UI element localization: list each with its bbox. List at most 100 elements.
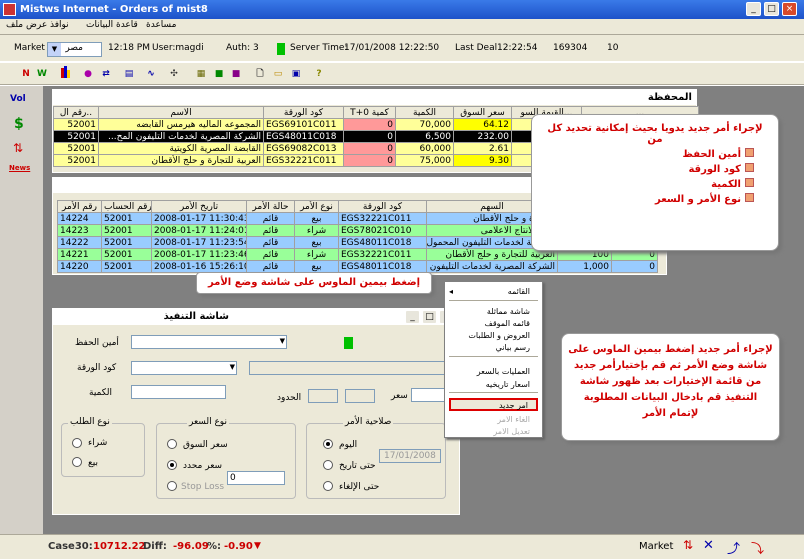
- open-folder-icon[interactable]: ▭: [270, 66, 286, 82]
- limit-price-radio[interactable]: [167, 460, 177, 470]
- today-radio[interactable]: [323, 439, 333, 449]
- index-label: Case30:: [48, 541, 93, 552]
- ticker-icon[interactable]: ▤: [121, 66, 137, 82]
- col-order-no[interactable]: رقم الأمر: [57, 200, 102, 213]
- col-account-no[interactable]: رقم الحساب: [101, 200, 152, 213]
- minimize-button[interactable]: _: [405, 310, 420, 324]
- limit-high-field[interactable]: [345, 389, 375, 403]
- menu-item-similar-screen[interactable]: شاشة مماثلة: [487, 306, 530, 317]
- security-code-select[interactable]: ▼: [131, 361, 237, 375]
- close-button[interactable]: ×: [782, 2, 797, 16]
- col-order-date[interactable]: تاريخ الأمر: [151, 200, 247, 213]
- arrows-icon[interactable]: ⇅: [13, 141, 23, 155]
- green-square-icon[interactable]: ■: [211, 66, 227, 82]
- cell-name: المجموعه الماليه هيرمس القابضه: [98, 118, 264, 131]
- callout-title: لإجراء أمر جديد يدويا بحيث إمكانية تحديد…: [547, 123, 763, 145]
- menu-item-edit-order[interactable]: تعديل الامر: [493, 426, 530, 437]
- trend-chart-icon[interactable]: ⤴: [727, 538, 740, 557]
- market-icon[interactable]: ⇅: [683, 538, 693, 552]
- maximize-button[interactable]: □: [422, 310, 437, 324]
- stop-loss-radio[interactable]: [167, 481, 177, 491]
- security-name-field[interactable]: [249, 361, 449, 375]
- buy-label: شراء: [88, 438, 108, 448]
- menu-item-list[interactable]: القائمه: [508, 286, 530, 297]
- server-time-value: 17/01/2008 12:22:50: [344, 43, 440, 53]
- new-n-button[interactable]: N: [18, 66, 34, 82]
- cell-order-type: شراء: [294, 248, 339, 261]
- col-order-type[interactable]: نوع الأمر: [294, 200, 339, 213]
- menu-help[interactable]: مساعدة: [146, 20, 176, 30]
- down-trend-icon[interactable]: ⤵: [751, 538, 764, 557]
- grid-icon[interactable]: ▦: [193, 66, 209, 82]
- maximize-button[interactable]: □: [764, 2, 779, 16]
- cell-code: EGS32221C011: [263, 154, 344, 167]
- buy-radio[interactable]: [72, 438, 82, 448]
- menu-file[interactable]: ملف: [6, 20, 23, 30]
- col-security-code[interactable]: كود الورقة: [338, 200, 427, 213]
- stop-loss-value: 0: [230, 473, 236, 483]
- table-row[interactable]: 14220 52001 2008-01-16 15:26:10 قائم بيع…: [57, 260, 658, 273]
- validity-legend: صلاحية الأمر: [343, 417, 394, 427]
- help-icon[interactable]: ?: [311, 66, 327, 82]
- custodian-select[interactable]: ▼: [131, 335, 287, 349]
- chevron-left-icon: ◂: [449, 287, 454, 296]
- menu-database[interactable]: قاعدة البيانات: [86, 20, 138, 30]
- callout-item: أمين الحفظ: [682, 149, 741, 160]
- new-document-icon[interactable]: 🗋: [252, 66, 268, 82]
- menu-bar: ملف عرض نوافذ قاعدة البيانات مساعدة: [0, 19, 804, 34]
- swap-icon[interactable]: ⇄: [98, 66, 114, 82]
- quantity-input[interactable]: [131, 385, 226, 399]
- cross-chart-icon[interactable]: ✕: [703, 538, 714, 553]
- news-button[interactable]: News: [9, 164, 30, 172]
- limit-low-field[interactable]: [308, 389, 338, 403]
- save-icon[interactable]: ▣: [288, 66, 304, 82]
- minimize-button[interactable]: _: [746, 2, 761, 16]
- market-price-label: سعر السوق: [183, 440, 228, 450]
- until-date-radio[interactable]: [323, 460, 333, 470]
- bar-chart-icon[interactable]: [57, 66, 73, 82]
- cell-security-code: EGS48011C018: [338, 260, 427, 273]
- date-input[interactable]: 17/01/2008: [379, 449, 441, 463]
- cell-name: القابضة المصرية الكويتية: [98, 142, 264, 155]
- col-account[interactable]: رقم ال..: [53, 106, 99, 119]
- crosshair-icon[interactable]: ✣: [166, 66, 182, 82]
- until-cancel-radio[interactable]: [323, 481, 333, 491]
- purple-square-icon[interactable]: ■: [228, 66, 244, 82]
- menu-item-trades-by-price[interactable]: العمليات بالسعر: [477, 366, 530, 377]
- menu-item-new-order[interactable]: امر جديد: [449, 398, 538, 411]
- sell-radio[interactable]: [72, 457, 82, 467]
- menu-view[interactable]: عرض: [26, 20, 47, 30]
- cell-order-type: بيع: [294, 236, 339, 249]
- cell-account: 52001: [53, 154, 99, 167]
- cell-order-date: 2008-01-17 11:23:46: [151, 248, 247, 261]
- menu-item-position-list[interactable]: قائمه الموقف: [485, 318, 530, 329]
- menu-windows[interactable]: نوافذ: [50, 20, 69, 30]
- cell-account-no: 52001: [101, 224, 152, 237]
- price-type-legend: نوع السعر: [187, 417, 229, 427]
- col-order-status[interactable]: حالة الأمر: [246, 200, 295, 213]
- market-select[interactable]: مصر ▼: [47, 42, 102, 57]
- menu-item-historical-prices[interactable]: اسعار تاريخيه: [486, 379, 530, 390]
- menu-item-bids-offers[interactable]: العروض و الطلبات: [468, 330, 530, 341]
- status-indicator: [344, 337, 353, 349]
- col-qty[interactable]: الكمية: [395, 106, 454, 119]
- cell-market-price: 9.30: [453, 154, 512, 167]
- cell-account: 52001: [53, 118, 99, 131]
- col-t0-qty[interactable]: T+0 كمية: [343, 106, 396, 119]
- palette-icon[interactable]: ●: [80, 66, 96, 82]
- new-w-button[interactable]: W: [34, 66, 50, 82]
- market-price-radio[interactable]: [167, 439, 177, 449]
- menu-item-cancel-order[interactable]: الغاء الامر: [497, 414, 530, 425]
- cell-account-no: 52001: [101, 236, 152, 249]
- until-cancel-label: حتى الإلغاء: [339, 482, 380, 492]
- line-chart-icon[interactable]: ∿: [143, 66, 159, 82]
- col-name[interactable]: الاسم: [98, 106, 264, 119]
- menu-item-chart[interactable]: رسم بياني: [496, 342, 530, 353]
- stop-loss-input[interactable]: 0: [227, 471, 285, 485]
- cell-order-type: شراء: [294, 224, 339, 237]
- pct-label: %:: [207, 541, 222, 552]
- volume-button[interactable]: Vol: [10, 94, 26, 104]
- col-code[interactable]: كود الورقة: [263, 106, 344, 119]
- dollar-icon[interactable]: $: [14, 116, 24, 132]
- col-market-price[interactable]: سعر السوق: [453, 106, 512, 119]
